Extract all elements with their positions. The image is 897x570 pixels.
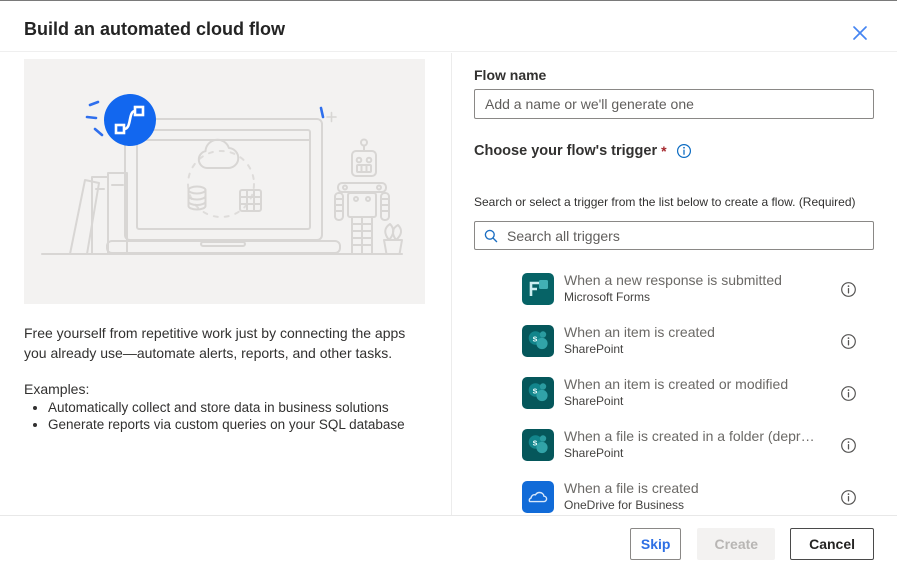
sharepoint-icon: s: [522, 325, 554, 357]
info-icon[interactable]: [840, 385, 857, 402]
flow-name-input[interactable]: [474, 89, 874, 119]
close-icon[interactable]: [850, 23, 870, 43]
description-text: Free yourself from repetitive work just …: [24, 325, 406, 361]
info-icon[interactable]: [840, 437, 857, 454]
svg-text:s: s: [533, 334, 538, 344]
required-asterisk: *: [661, 143, 667, 159]
automation-illustration: [24, 59, 425, 304]
footer-actions: Skip Create Cancel: [629, 528, 874, 560]
cancel-button[interactable]: Cancel: [790, 528, 874, 560]
skip-button[interactable]: Skip: [629, 528, 682, 560]
info-icon[interactable]: [676, 143, 692, 159]
example-item: Automatically collect and store data in …: [48, 400, 425, 415]
trigger-list: When a new response is submitted Microso…: [474, 263, 875, 515]
trigger-row[interactable]: s When a file is created in a folder (de…: [474, 419, 875, 471]
header-divider: [0, 51, 897, 52]
forms-icon: [522, 273, 554, 305]
trigger-row[interactable]: When a new response is submitted Microso…: [474, 263, 875, 315]
search-hint-text: Search or select a trigger from the list…: [474, 195, 856, 209]
svg-text:s: s: [533, 438, 538, 448]
examples-list: Automatically collect and store data in …: [24, 400, 425, 432]
trigger-app-name: Microsoft Forms: [564, 289, 651, 304]
trigger-row[interactable]: s When an item is created SharePoint: [474, 315, 875, 367]
trigger-section-label: Choose your flow's trigger: [474, 143, 658, 159]
trigger-app-name: SharePoint: [564, 341, 624, 356]
trigger-title: When a file is created: [564, 480, 699, 497]
info-icon[interactable]: [840, 281, 857, 298]
trigger-app-name: SharePoint: [564, 445, 624, 460]
right-panel: Flow name Choose your flow's trigger * S…: [474, 59, 875, 515]
left-panel: Free yourself from repetitive work just …: [24, 59, 425, 432]
trigger-title: When a new response is submitted: [564, 272, 782, 289]
flow-name-label: Flow name: [474, 67, 547, 83]
sharepoint-icon: s: [522, 429, 554, 461]
examples-label: Examples:: [24, 380, 90, 397]
svg-text:s: s: [533, 386, 538, 396]
footer-divider: [0, 515, 897, 516]
flow-badge-icon: [104, 94, 156, 146]
search-input[interactable]: [507, 227, 865, 244]
info-icon[interactable]: [840, 333, 857, 350]
trigger-title: When an item is created: [564, 324, 715, 341]
search-icon: [483, 228, 499, 244]
trigger-title: When a file is created in a folder (depr…: [564, 428, 815, 445]
create-button[interactable]: Create: [697, 528, 776, 560]
panel-divider: [451, 53, 452, 515]
example-item: Generate reports via custom queries on y…: [48, 417, 425, 432]
info-icon[interactable]: [840, 489, 857, 506]
onedrive-icon: [522, 481, 554, 513]
trigger-app-name: OneDrive for Business: [564, 497, 685, 512]
trigger-search-box[interactable]: [474, 221, 874, 250]
page-title: Build an automated cloud flow: [24, 19, 285, 39]
trigger-app-name: SharePoint: [564, 393, 624, 408]
trigger-title: When an item is created or modified: [564, 376, 789, 393]
sharepoint-icon: s: [522, 377, 554, 409]
trigger-row[interactable]: s When an item is created or modified Sh…: [474, 367, 875, 419]
trigger-row[interactable]: When a file is created OneDrive for Busi…: [474, 471, 875, 515]
